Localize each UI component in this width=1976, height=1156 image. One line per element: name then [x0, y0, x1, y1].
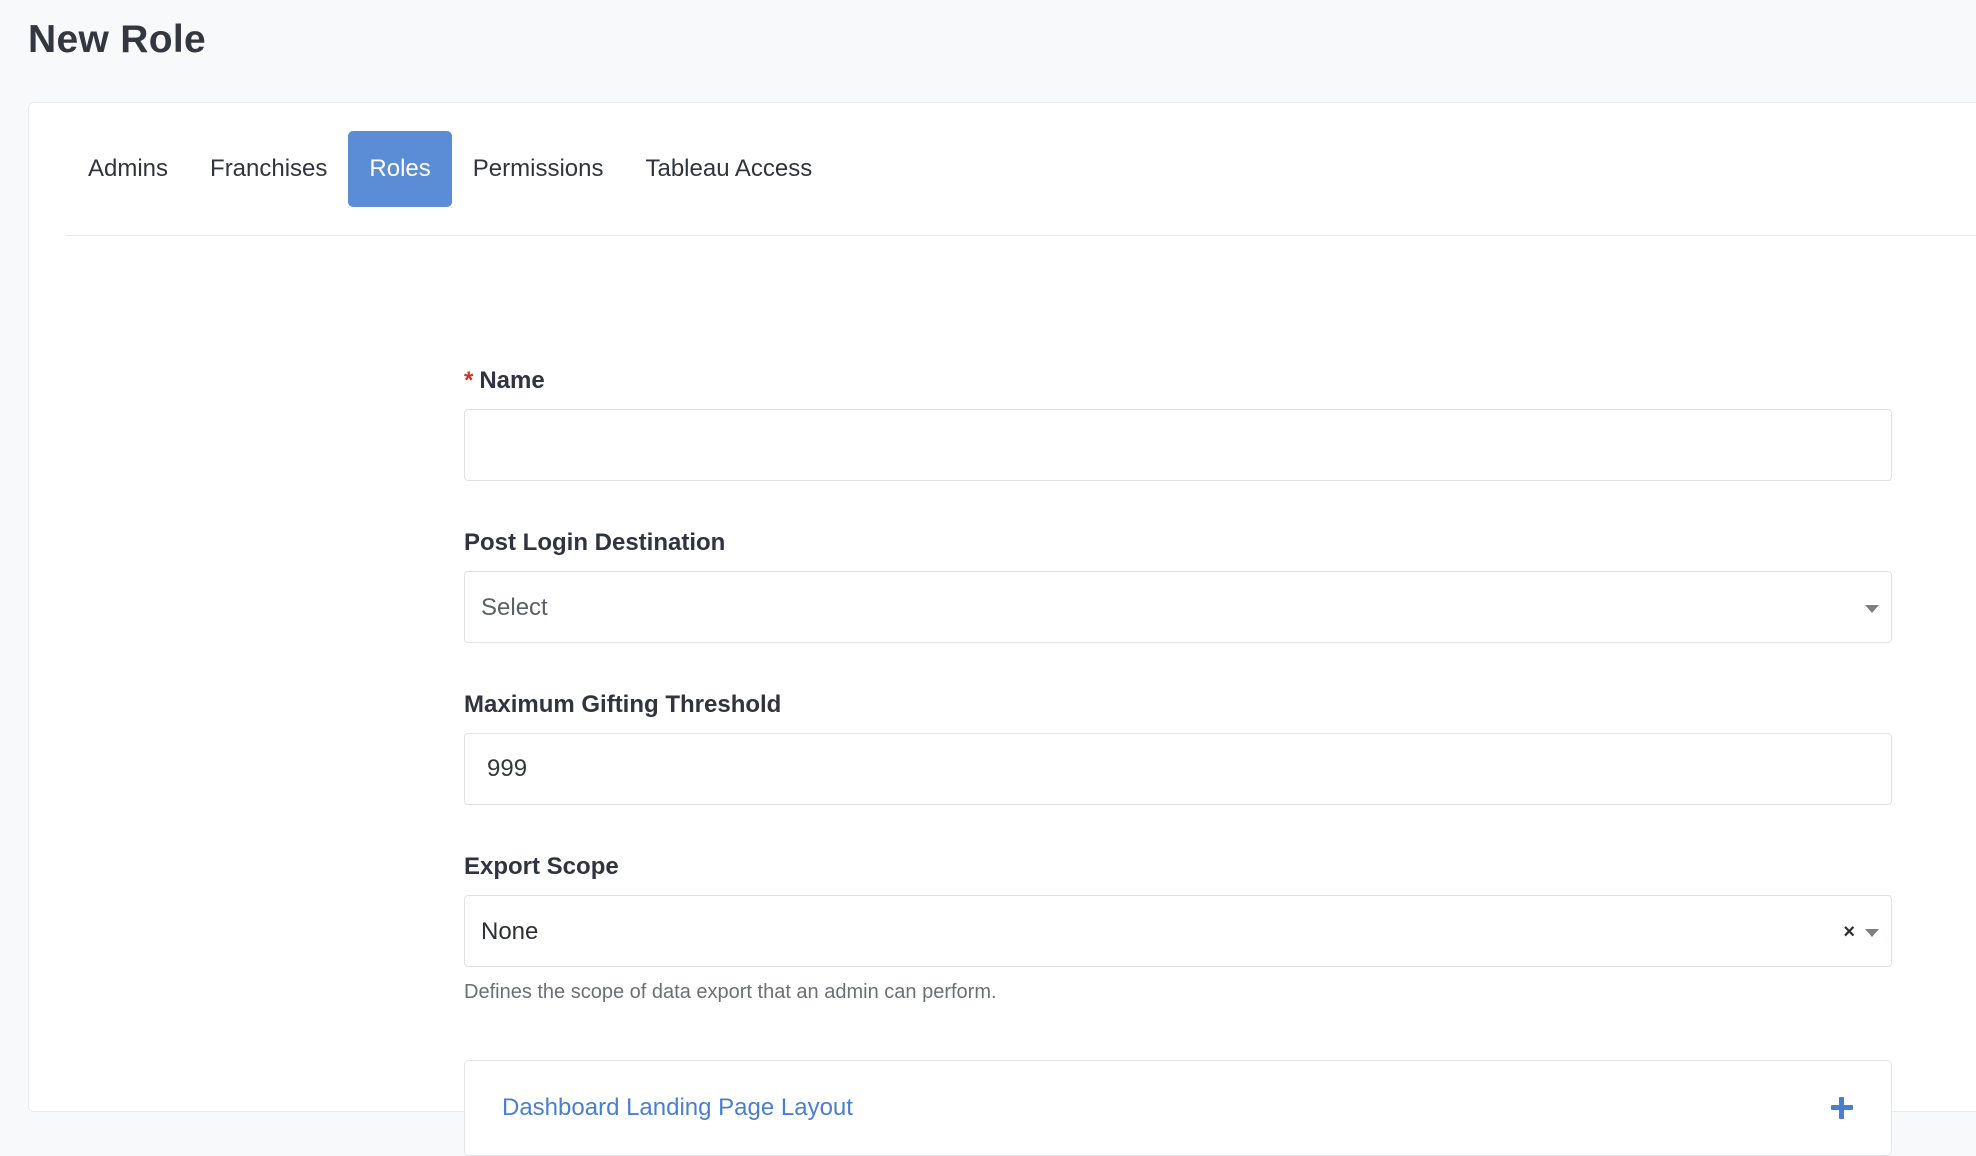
max-gifting-threshold-box [464, 733, 1892, 805]
name-input[interactable] [465, 410, 1891, 480]
plus-icon[interactable] [1831, 1097, 1853, 1119]
post-login-destination-label: Post Login Destination [464, 529, 726, 556]
tab-franchises[interactable]: Franchises [189, 131, 348, 207]
chevron-down-icon [1865, 605, 1879, 613]
name-label-text: Name [479, 367, 545, 394]
name-label: * Name [464, 367, 545, 395]
tabs-divider [66, 235, 1976, 236]
export-scope-help-text: Defines the scope of data export that an… [464, 981, 997, 1003]
tab-permissions[interactable]: Permissions [452, 131, 625, 207]
dashboard-landing-page-layout-title[interactable]: Dashboard Landing Page Layout [502, 1061, 853, 1155]
chevron-down-icon [1865, 929, 1879, 937]
page-title: New Role [28, 18, 206, 61]
name-field-box [464, 409, 1892, 481]
post-login-destination-value: Select [481, 594, 548, 621]
export-scope-label: Export Scope [464, 853, 619, 880]
clear-selection-icon[interactable]: × [1843, 918, 1855, 946]
tab-bar: Admins Franchises Roles Permissions Tabl… [67, 131, 833, 207]
post-login-destination-select[interactable]: Select [464, 571, 1892, 643]
export-scope-select[interactable]: None × [464, 895, 1892, 967]
max-gifting-threshold-input[interactable] [465, 734, 1891, 804]
tab-admins[interactable]: Admins [67, 131, 189, 207]
dashboard-landing-page-layout-panel[interactable]: Dashboard Landing Page Layout [464, 1060, 1892, 1156]
tab-tableau-access[interactable]: Tableau Access [624, 131, 833, 207]
export-scope-value: None [481, 918, 539, 945]
required-marker: * [464, 367, 474, 394]
tab-roles[interactable]: Roles [348, 131, 452, 207]
max-gifting-threshold-label: Maximum Gifting Threshold [464, 691, 782, 718]
main-card: Admins Franchises Roles Permissions Tabl… [28, 102, 1976, 1156]
